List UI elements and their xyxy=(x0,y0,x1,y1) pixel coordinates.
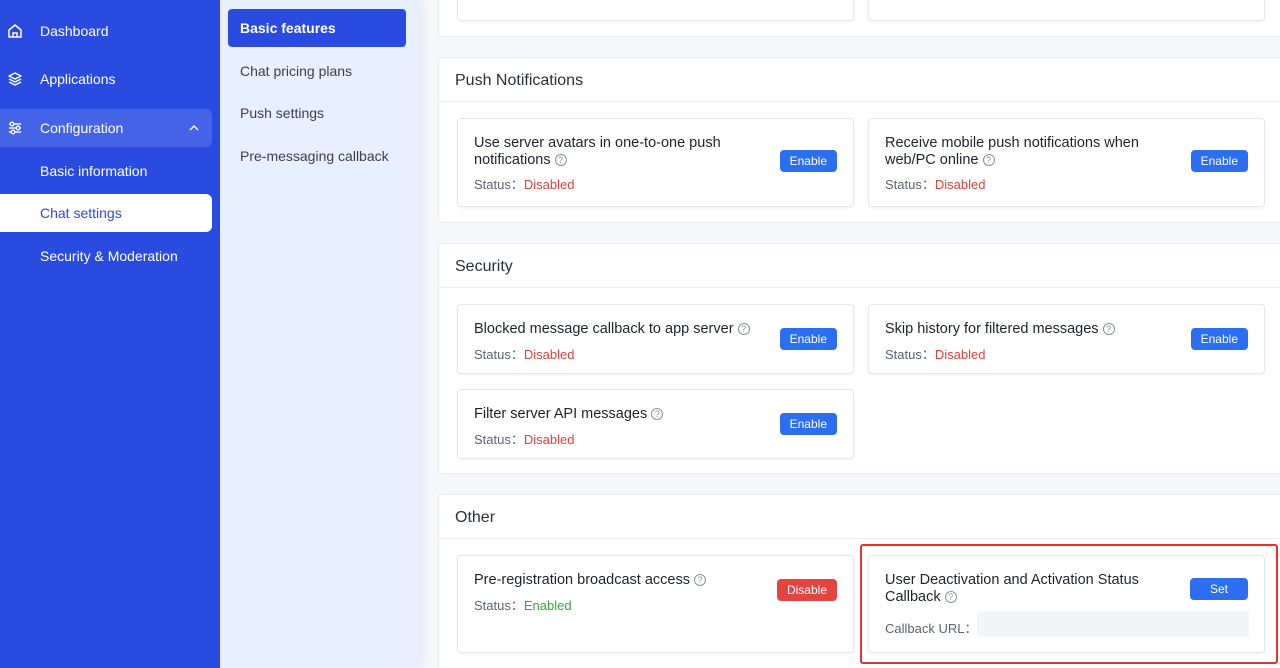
card-blocked-message-callback: Blocked message callback to app server? … xyxy=(457,304,854,374)
card-skip-history-filtered: Skip history for filtered messages? Stat… xyxy=(868,304,1265,374)
enable-button[interactable]: Enable xyxy=(1190,150,1248,172)
help-icon[interactable]: ? xyxy=(982,154,995,167)
card-partial xyxy=(868,0,1265,21)
nav-item-label: Dashboard xyxy=(40,23,109,39)
nav-item-label: Security & Moderation xyxy=(40,248,178,264)
layers-icon xyxy=(6,70,24,88)
status-value: Disabled xyxy=(523,347,575,362)
nav-item-label: Configuration xyxy=(40,120,124,136)
section-title: Security xyxy=(455,258,513,275)
enable-button[interactable]: Enable xyxy=(779,413,837,435)
help-icon[interactable]: ? xyxy=(694,574,706,587)
panel-push-notifications: Push Notifications Use server avatars in… xyxy=(438,57,1280,223)
subnav-item-push-settings[interactable]: Push settings xyxy=(228,94,406,132)
card-title-text: Filter server API messages xyxy=(474,406,648,422)
subnav-item-pre-messaging-callback[interactable]: Pre-messaging callback xyxy=(228,137,406,175)
chevron-up-icon[interactable] xyxy=(188,121,200,137)
nav-item-basic-information[interactable]: Basic information xyxy=(0,152,212,190)
card-server-avatars: Use server avatars in one-to-one push no… xyxy=(457,118,854,207)
card-title: Pre-registration broadcast access? xyxy=(474,572,764,589)
subnav-item-chat-pricing-plans[interactable]: Chat pricing plans xyxy=(228,52,406,90)
home-icon xyxy=(6,22,24,40)
help-icon[interactable]: ? xyxy=(554,154,567,167)
status-value: Disabled xyxy=(523,177,575,192)
card-title: Skip history for filtered messages? xyxy=(885,321,1175,338)
card-title-text: Skip history for filtered messages xyxy=(885,321,1099,337)
status-value: Disabled xyxy=(934,177,986,192)
nav-item-chat-settings[interactable]: Chat settings xyxy=(0,194,212,232)
status-line: Status：Disabled xyxy=(474,429,574,448)
card-title-text: Blocked message callback to app server xyxy=(474,321,734,337)
nav-item-label: Basic information xyxy=(40,163,148,179)
nav-item-label: Applications xyxy=(40,71,116,87)
enable-button[interactable]: Enable xyxy=(779,150,837,172)
card-partial xyxy=(457,0,854,21)
settings-subnav: Basic features Chat pricing plans Push s… xyxy=(220,0,418,668)
card-filter-server-api: Filter server API messages? Status：Disab… xyxy=(457,389,854,459)
enable-button[interactable]: Enable xyxy=(779,328,837,350)
card-title: Use server avatars in one-to-one push no… xyxy=(474,135,764,169)
nav-item-dashboard[interactable]: Dashboard xyxy=(0,12,212,50)
status-label: Status： xyxy=(885,347,935,362)
card-title: Receive mobile push notifications when w… xyxy=(885,135,1175,169)
highlight-box xyxy=(860,544,1278,664)
status-line: Status：Disabled xyxy=(885,174,985,193)
panel-partial-top xyxy=(438,0,1280,37)
card-title-text: Pre-registration broadcast access xyxy=(474,572,690,588)
help-icon[interactable]: ? xyxy=(1102,323,1115,336)
status-label: Status： xyxy=(474,598,524,613)
section-divider xyxy=(439,101,1280,102)
status-value: Disabled xyxy=(934,347,986,362)
help-icon[interactable]: ? xyxy=(737,323,750,336)
enable-button[interactable]: Enable xyxy=(1190,328,1248,350)
sliders-icon xyxy=(6,119,24,137)
card-title: Blocked message callback to app server? xyxy=(474,321,764,338)
panel-security: Security Blocked message callback to app… xyxy=(438,243,1280,474)
nav-item-configuration[interactable]: Configuration xyxy=(0,109,212,147)
status-value: Disabled xyxy=(523,432,575,447)
card-pre-registration-broadcast: Pre-registration broadcast access? Statu… xyxy=(457,555,854,653)
section-divider xyxy=(439,287,1280,288)
main-sidebar: Dashboard Applications Configuration Bas… xyxy=(0,0,220,668)
status-label: Status： xyxy=(474,432,524,447)
status-label: Status： xyxy=(474,177,524,192)
status-value: Enabled xyxy=(523,598,572,613)
nav-item-applications[interactable]: Applications xyxy=(0,60,212,98)
subnav-item-basic-features[interactable]: Basic features xyxy=(228,9,406,47)
help-icon[interactable]: ? xyxy=(651,408,664,421)
status-line: Status：Disabled xyxy=(474,174,574,193)
disable-button[interactable]: Disable xyxy=(776,579,837,601)
card-title-text: Use server avatars in one-to-one push no… xyxy=(474,135,721,168)
status-label: Status： xyxy=(474,347,524,362)
status-line: Status：Disabled xyxy=(474,344,574,363)
nav-item-label: Chat settings xyxy=(40,205,122,221)
status-line: Status：Enabled xyxy=(474,595,572,614)
section-divider xyxy=(439,538,1280,539)
status-label: Status： xyxy=(885,177,935,192)
card-title-text: Receive mobile push notifications when w… xyxy=(885,135,1139,168)
nav-item-security-moderation[interactable]: Security & Moderation xyxy=(0,237,212,275)
card-mobile-push-when-online: Receive mobile push notifications when w… xyxy=(868,118,1265,207)
main-content: Push Notifications Use server avatars in… xyxy=(418,0,1280,668)
status-line: Status：Disabled xyxy=(885,344,985,363)
section-title: Other xyxy=(455,509,496,526)
card-title: Filter server API messages? xyxy=(474,406,764,423)
section-title: Push Notifications xyxy=(455,72,584,89)
